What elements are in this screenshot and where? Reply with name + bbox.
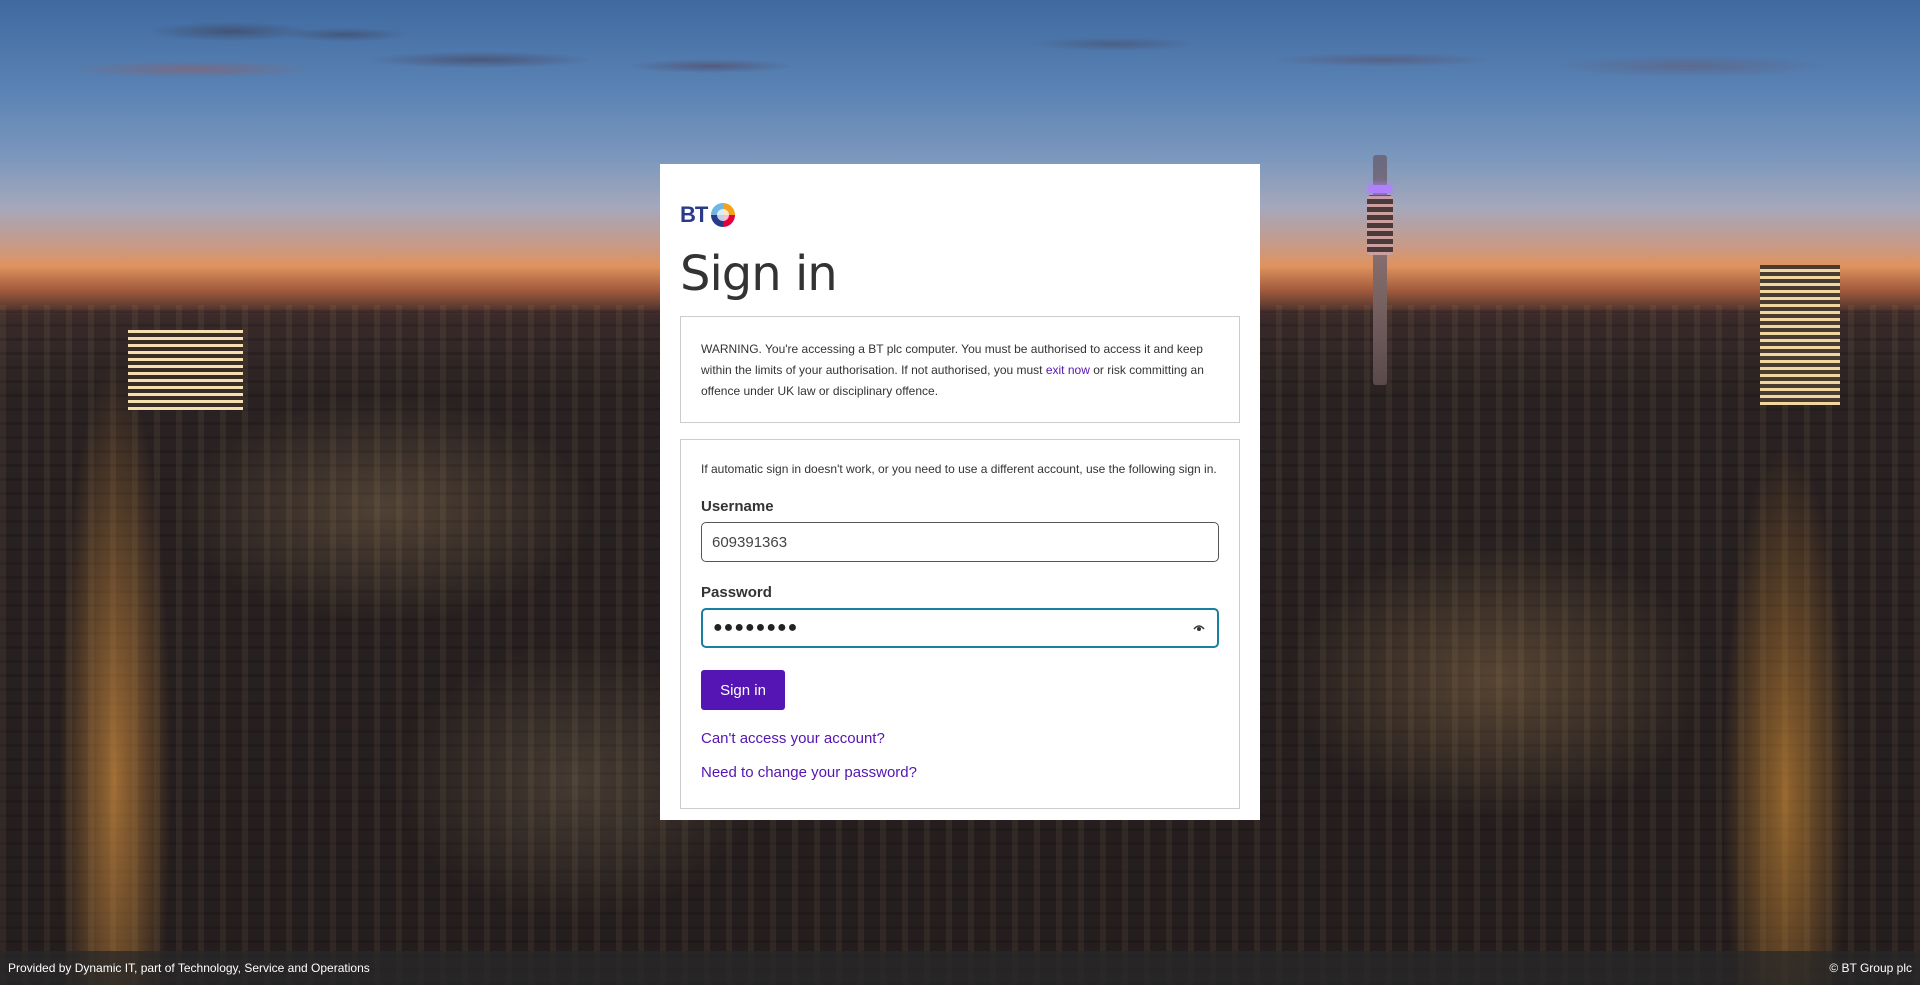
bt-tower [1367,155,1393,385]
username-input[interactable]: 609391363 [701,522,1219,562]
eye-icon[interactable] [1193,622,1205,634]
change-password-link[interactable]: Need to change your password? [701,764,1219,781]
sign-in-button[interactable]: Sign in [701,670,785,710]
password-label: Password [701,584,772,601]
footer-copyright: © BT Group plc [1829,961,1912,975]
bt-globe-icon [711,203,736,227]
username-value: 609391363 [712,533,788,551]
cant-access-account-link[interactable]: Can't access your account? [701,730,1219,747]
exit-now-link[interactable]: exit now [1046,363,1090,377]
building-lights [128,330,243,410]
username-label: Username [701,498,774,515]
warning-notice: WARNING. You're accessing a BT plc compu… [680,316,1240,423]
sign-in-form: If automatic sign in doesn't work, or yo… [680,439,1240,809]
tower-block [1760,265,1840,405]
sign-in-card: BT Sign in WARNING. You're accessing a B… [660,164,1260,820]
footer-provider-text: Provided by Dynamic IT, part of Technolo… [8,961,370,975]
footer-bar: Provided by Dynamic IT, part of Technolo… [0,951,1920,985]
password-input[interactable]: ●●●●●●●● [701,608,1219,648]
bt-logo-text: BT [680,202,708,227]
page-title: Sign in [680,246,838,302]
bt-logo: BT [680,198,1240,232]
form-info-text: If automatic sign in doesn't work, or yo… [701,462,1217,476]
password-mask: ●●●●●●●● [713,619,799,636]
